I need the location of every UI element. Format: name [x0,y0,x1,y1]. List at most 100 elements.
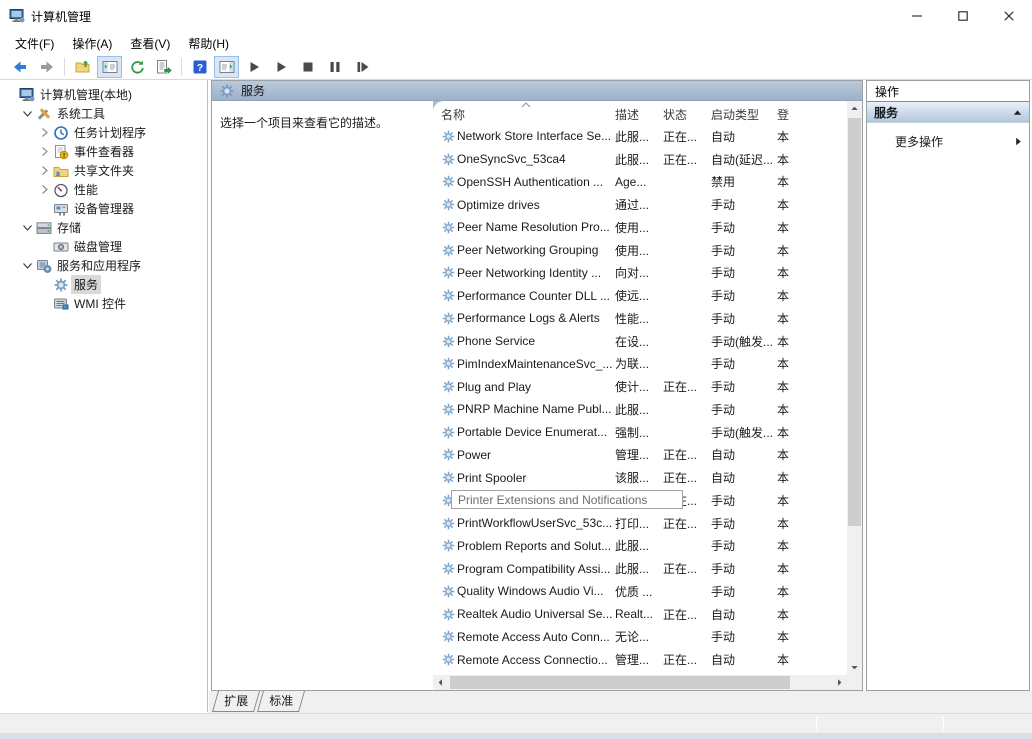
service-row[interactable]: Quality Windows Audio Vi...优质 ...手动本 [433,580,847,603]
column-header-logon-as[interactable]: 登 [777,103,791,123]
expander-right-icon[interactable] [37,182,52,197]
vertical-scrollbar[interactable] [847,101,862,675]
column-header-name[interactable]: 名称 [433,103,615,123]
expander-right-icon[interactable] [37,144,52,159]
service-row[interactable]: Problem Reports and Solut...此服...手动本 [433,535,847,558]
actions-section-services[interactable]: 服务 [867,102,1029,123]
start-service-button[interactable] [241,56,266,78]
column-header-description[interactable]: 描述 [615,103,663,123]
resume-service-icon [273,59,289,75]
service-row[interactable]: PimIndexMaintenanceSvc_...为联...手动本 [433,353,847,376]
pause-service-button[interactable] [322,56,347,78]
console-tree-toggle-button[interactable] [97,56,122,78]
menu-item-0[interactable]: 文件(F) [6,32,63,55]
expander-down-icon[interactable] [20,258,35,273]
scroll-down-icon[interactable] [847,660,862,675]
expander-down-icon[interactable] [20,220,35,235]
service-row[interactable]: Remote Access Connectio...管理...正在...自动本 [433,648,847,671]
scroll-up-icon[interactable] [847,101,862,116]
view-tab-extended[interactable]: 扩展 [212,691,260,712]
tree-item-wmi-control[interactable]: WMI 控件 [0,294,207,313]
menu-item-3[interactable]: 帮助(H) [179,32,238,55]
service-gear-icon [433,562,457,575]
service-row[interactable]: Plug and Play使计...正在...手动本 [433,375,847,398]
horizontal-scroll-thumb[interactable] [450,676,790,689]
service-row[interactable]: Performance Counter DLL ...使远...手动本 [433,284,847,307]
collapse-section-icon[interactable] [1013,109,1022,116]
stop-service-icon [300,59,316,75]
service-row[interactable]: Power管理...正在...自动本 [433,444,847,467]
service-status: 正在... [663,128,711,145]
expander-right-icon[interactable] [37,163,52,178]
menu-item-1[interactable]: 操作(A) [63,32,121,55]
service-row[interactable]: Peer Networking Identity ...向对...手动本 [433,262,847,285]
service-gear-icon [433,312,457,325]
service-rows: Network Store Interface Se...此服...正在...自… [433,125,847,675]
shared-folders-icon [52,163,69,179]
device-manager-icon [52,201,69,217]
service-row[interactable]: OneSyncSvc_53ca4此服...正在...自动(延迟...本 [433,148,847,171]
service-row[interactable]: PNRP Machine Name Publ...此服...手动本 [433,398,847,421]
horizontal-scrollbar[interactable] [433,675,847,690]
resume-service-button[interactable] [268,56,293,78]
forward-arrow-button[interactable] [34,56,59,78]
tree-item-performance[interactable]: 性能 [0,180,207,199]
service-description: 使远... [615,287,663,304]
service-status: 正在... [663,446,711,463]
tree-item-device-manager[interactable]: 设备管理器 [0,199,207,218]
view-tab-standard[interactable]: 标准 [257,691,305,712]
refresh-button[interactable] [124,56,149,78]
service-description: 管理... [615,446,663,463]
service-row[interactable]: Network Store Interface Se...此服...正在...自… [433,125,847,148]
expander-right-icon[interactable] [37,125,52,140]
service-row[interactable]: Peer Networking Grouping使用...手动本 [433,239,847,262]
service-logon-as: 本 [777,242,790,259]
service-row[interactable]: Print Spooler该服...正在...自动本 [433,466,847,489]
tree-item-disk-management[interactable]: 磁盘管理 [0,237,207,256]
service-row[interactable]: Portable Device Enumerat...强制...手动(触发...… [433,421,847,444]
tree-item-system-tools[interactable]: 系统工具 [0,104,207,123]
service-row[interactable]: Remote Access Auto Conn...无论...手动本 [433,626,847,649]
task-scheduler-icon [52,125,69,141]
service-logon-as: 本 [777,651,790,668]
close-button[interactable] [986,0,1032,32]
help-button[interactable]: ? [187,56,212,78]
export-list-button[interactable] [151,56,176,78]
service-logon-as: 本 [777,628,790,645]
minimize-button[interactable] [894,0,940,32]
service-row[interactable]: Realtek Audio Universal Se...Realt...正在.… [433,603,847,626]
tree-item-event-viewer[interactable]: 事件查看器 [0,142,207,161]
stop-service-button[interactable] [295,56,320,78]
action-pane-toggle-button[interactable] [214,56,239,78]
service-row[interactable]: Program Compatibility Assi...此服...正在...手… [433,557,847,580]
restart-service-button[interactable] [349,56,374,78]
back-arrow-button[interactable] [7,56,32,78]
column-header-startup-type[interactable]: 启动类型 [711,103,777,123]
column-header-status[interactable]: 状态 [663,103,711,123]
tree-item-computer-management[interactable]: 计算机管理(本地) [0,85,207,104]
menu-item-2[interactable]: 查看(V) [121,32,179,55]
maximize-button[interactable] [940,0,986,32]
tree-item-task-scheduler[interactable]: 任务计划程序 [0,123,207,142]
service-row[interactable]: Peer Name Resolution Pro...使用...手动本 [433,216,847,239]
scroll-left-icon[interactable] [433,675,448,690]
service-row[interactable]: Phone Service在设...手动(触发...本 [433,330,847,353]
scroll-right-icon[interactable] [832,675,847,690]
service-row[interactable]: Optimize drives通过...手动本 [433,193,847,216]
tree-item-storage[interactable]: 存储 [0,218,207,237]
tree-item-label: 事件查看器 [71,142,137,161]
service-logon-as: 本 [777,333,790,350]
service-row[interactable]: OpenSSH Authentication ...Age...禁用本 [433,171,847,194]
tree-item-services-gear[interactable]: 服务 [0,275,207,294]
service-row[interactable]: PrintWorkflowUserSvc_53c...打印...正在...手动本 [433,512,847,535]
service-row[interactable]: Performance Logs & Alerts性能...手动本 [433,307,847,330]
vertical-scroll-thumb[interactable] [848,118,861,526]
tree-item-services-and-apps[interactable]: 服务和应用程序 [0,256,207,275]
service-row[interactable]: Printer Extensions and Notifications正在..… [433,489,847,512]
tree-item-shared-folders[interactable]: 共享文件夹 [0,161,207,180]
up-one-level-folder-button[interactable] [70,56,95,78]
service-description: 此服... [615,151,663,168]
service-name: Remote Access Auto Conn... [457,630,615,644]
expander-down-icon[interactable] [20,106,35,121]
more-actions-item[interactable]: 更多操作 [867,130,1029,152]
